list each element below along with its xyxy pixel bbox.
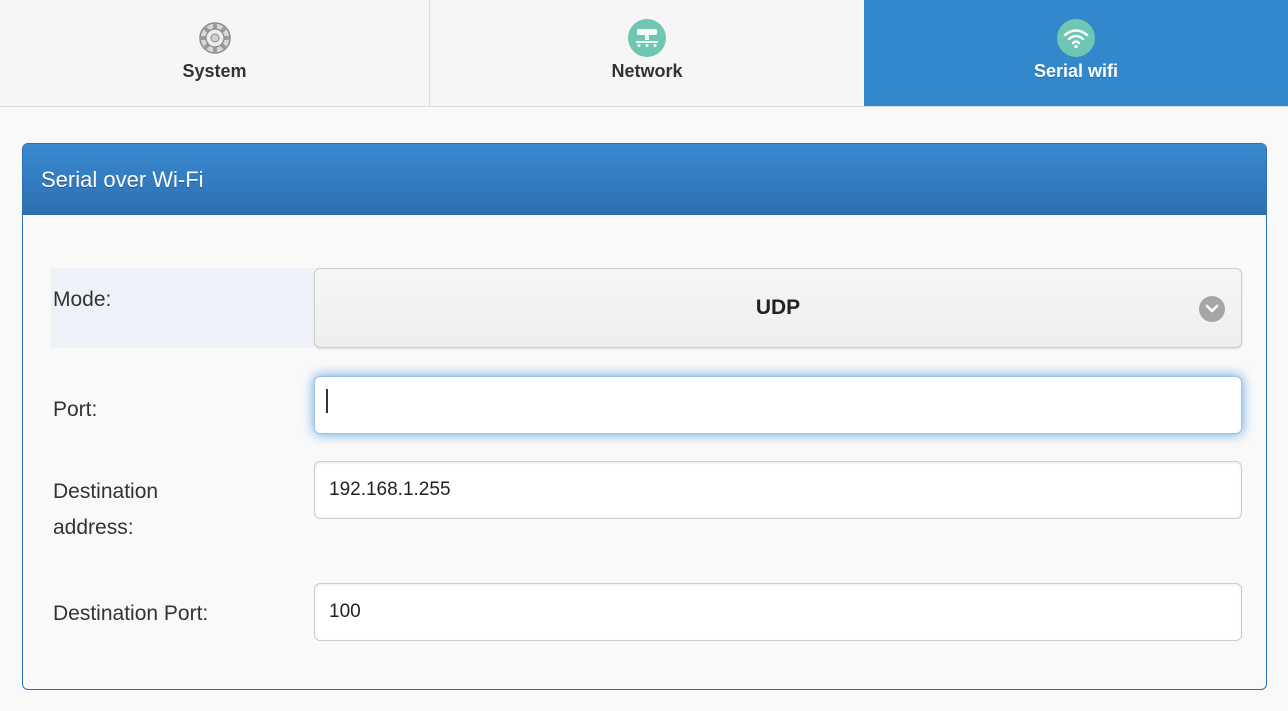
- destination-address-label-line2: address:: [53, 516, 134, 539]
- tab-serial-wifi[interactable]: Serial wifi: [864, 0, 1288, 106]
- port-input[interactable]: [314, 376, 1242, 434]
- wifi-icon: [1057, 19, 1095, 57]
- destination-address-label-line1: Destination: [53, 480, 159, 503]
- mode-label: Mode:: [53, 288, 112, 311]
- tab-network-label: Network: [611, 61, 683, 81]
- mode-select[interactable]: UDP: [314, 268, 1242, 348]
- tab-system-label: System: [182, 61, 247, 81]
- tab-network[interactable]: Network: [430, 0, 864, 106]
- nav-tabbar: System Network Serial wifi: [0, 0, 1288, 107]
- destination-address-input[interactable]: [314, 461, 1242, 519]
- mode-select-value: UDP: [755, 296, 801, 319]
- tab-system[interactable]: System: [0, 0, 430, 106]
- destination-port-label: Destination Port:: [53, 602, 209, 625]
- text-caret: [326, 389, 328, 413]
- destination-port-input[interactable]: [314, 583, 1242, 641]
- network-icon: [628, 19, 666, 57]
- gear-icon: [196, 19, 234, 57]
- serial-wifi-panel: Serial over Wi-Fi Mode: UDP Port: Destin…: [22, 143, 1267, 690]
- panel-title: Serial over Wi-Fi: [23, 144, 1266, 215]
- tab-serial-wifi-label: Serial wifi: [1033, 61, 1119, 81]
- port-label: Port:: [53, 398, 98, 421]
- chevron-down-icon: [1199, 296, 1225, 322]
- destination-address-label: Destination address:: [53, 474, 158, 546]
